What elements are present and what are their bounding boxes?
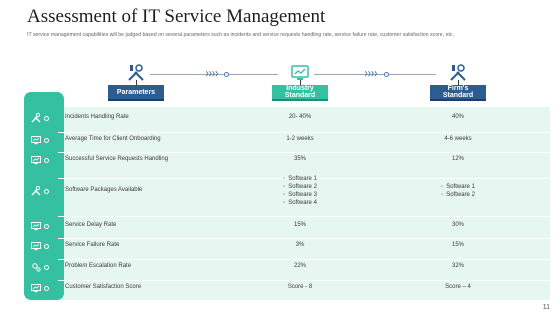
firm-value: Score – 4 xyxy=(445,284,471,290)
row-divider xyxy=(58,132,550,133)
page-title: Assessment of IT Service Management xyxy=(27,6,326,27)
row-divider xyxy=(58,216,550,217)
software-item: Software 4 xyxy=(283,199,317,207)
industry-value: 3% xyxy=(295,242,305,248)
wrench-icon xyxy=(31,185,41,196)
firm-value: 4-6 weeks xyxy=(444,136,472,142)
firm-value: 12% xyxy=(451,156,464,162)
row-dot xyxy=(44,224,49,229)
industry-value: 15% xyxy=(293,222,306,228)
row-label: Average Time for Client Onboarding xyxy=(65,136,161,142)
page-number: 11 xyxy=(542,304,550,311)
monitor-icon xyxy=(31,156,41,165)
row-label: Software Packages Available xyxy=(65,187,143,193)
row-label: Service Delay Rate xyxy=(65,222,117,228)
row-dot xyxy=(44,265,49,270)
industry-value: 35% xyxy=(293,156,306,162)
gears-icon xyxy=(32,263,41,272)
row-dot xyxy=(44,189,49,194)
chevron-right-icon: ❯❯❯❯ xyxy=(364,71,378,77)
row-label: Customer Satisfaction Score xyxy=(65,284,142,290)
software-item: Software 1 xyxy=(441,183,475,191)
row-dot xyxy=(44,244,49,249)
header-firms-standard: Firm's Standard xyxy=(430,85,486,101)
firm-value: 32% xyxy=(451,263,464,269)
header-parameters: Parameters xyxy=(108,85,164,101)
row-label: Problem Escalation Rate xyxy=(65,263,132,269)
row-dot xyxy=(44,158,49,163)
header-industry-standard: Industry Standard xyxy=(272,85,328,101)
monitor-icon xyxy=(31,242,41,251)
connector-dot xyxy=(384,72,389,77)
wrench-icon xyxy=(31,112,41,123)
firm-value: 15% xyxy=(451,242,464,248)
software-item: Software 2 xyxy=(441,191,475,199)
industry-value: Score - 8 xyxy=(287,284,313,290)
connector-dot xyxy=(224,72,229,77)
firm-value: 30% xyxy=(451,222,464,228)
industry-value: 1-2 weeks xyxy=(286,136,314,142)
row-divider xyxy=(58,238,550,239)
software-item: Software 2 xyxy=(283,183,317,191)
row-label: Service Failure Rate xyxy=(65,242,120,248)
row-label: Successful Service Requests Handling xyxy=(65,156,169,162)
industry-value: 20- 40% xyxy=(288,114,312,120)
row-dot xyxy=(44,286,49,291)
row-divider xyxy=(58,259,550,260)
firm-value: Software 1Software 2 xyxy=(428,183,488,199)
row-divider xyxy=(58,152,550,153)
industry-value: Software 1Software 2Software 3Software 4 xyxy=(270,175,330,207)
row-dot xyxy=(44,138,49,143)
row-dot xyxy=(44,116,49,121)
row-divider xyxy=(58,280,550,281)
software-item: Software 1 xyxy=(283,175,317,183)
chevron-right-icon: ❯❯❯❯ xyxy=(205,71,219,77)
software-item: Software 3 xyxy=(283,191,317,199)
page-subtitle: IT service management capabilities will … xyxy=(27,32,454,38)
monitor-icon xyxy=(31,222,41,231)
monitor-icon xyxy=(31,284,41,293)
monitor-icon xyxy=(31,136,41,145)
firm-value: 40% xyxy=(451,114,464,120)
industry-value: 22% xyxy=(293,263,306,269)
row-label: Incidents Handling Rate xyxy=(65,114,129,120)
